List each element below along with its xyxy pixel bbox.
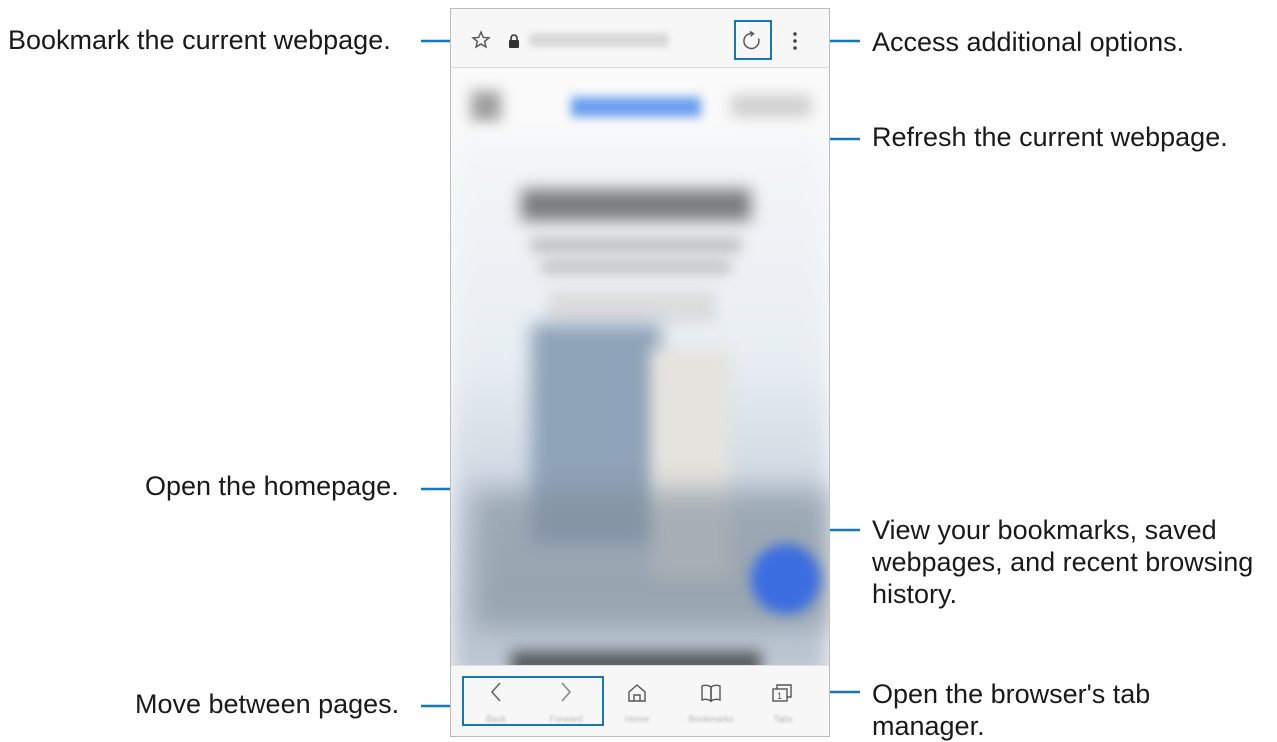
star-icon[interactable] [471,30,491,55]
callout-move-pages: Move between pages. [135,689,400,719]
callout-bookmarks-view: View your bookmarks, saved webpages, and… [872,515,1254,609]
phone-screen: Back Forward Home Bookmarks 1 Tabs [450,8,830,737]
callout-refresh: Refresh the current webpage. [872,122,1228,152]
lock-icon [508,34,520,53]
callout-options: Access additional options. [872,27,1185,57]
callout-bookmark: Bookmark the current webpage. [8,25,391,55]
tabs-button-label: Tabs [773,714,793,724]
home-icon[interactable] [627,683,647,708]
bookmarks-button-label: Bookmarks [688,714,734,724]
home-button-label: Home [624,714,649,724]
more-options-icon[interactable] [791,31,799,56]
address-bar [451,9,829,68]
tabs-icon[interactable]: 1 [771,683,793,708]
url-field[interactable] [529,33,669,47]
refresh-highlight [734,20,772,60]
tabs-count: 1 [777,691,782,701]
callout-homepage: Open the homepage. [145,471,399,501]
webpage-content [451,69,829,669]
book-icon[interactable] [700,683,722,708]
callout-tab-manager: Open the browser's tab manager. [872,679,1151,741]
back-forward-highlight [462,676,604,726]
